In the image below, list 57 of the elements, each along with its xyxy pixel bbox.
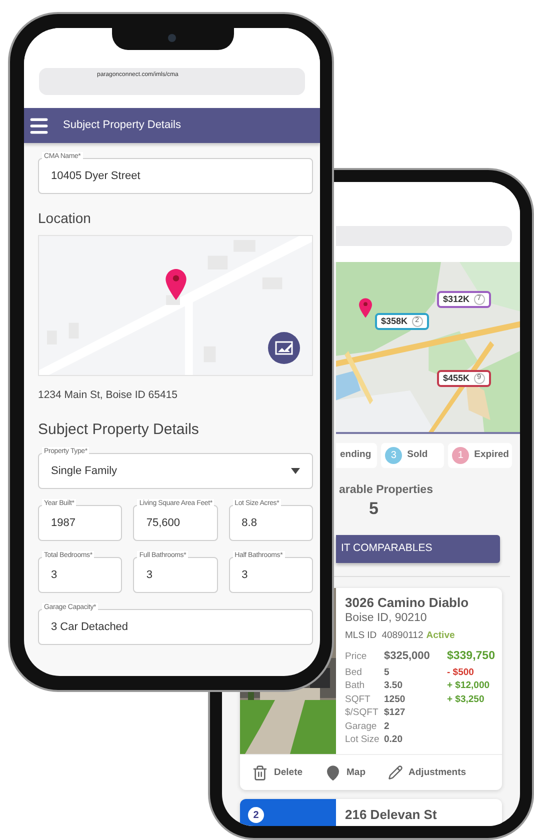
field-value: 10405 Dyer Street [51,168,140,184]
status-text: Active [426,629,455,644]
detail-label: $/SQFT [345,706,380,720]
detail-label: Lot Size [345,733,380,747]
field-value: 1987 [51,516,76,531]
location-pin-icon [359,298,372,318]
location-pin-icon [165,269,187,300]
trash-icon [252,764,268,781]
image-edit-icon [275,341,293,355]
field-value: Single Family [51,464,118,479]
dropdown-caret-icon [291,468,300,474]
status-pill[interactable]: ending [336,443,378,468]
map-action[interactable]: Map [324,764,366,781]
camera-icon [168,34,176,42]
comparables-count: 5 [369,499,378,520]
detail-value: 5 [384,666,390,680]
adjustment-value: $339,750 [447,648,495,664]
detail-label: Price [345,650,368,664]
adjustment-value: + $12,000 [447,679,490,693]
section-heading: Location [38,209,92,228]
detail-label: SQFT [345,692,372,706]
card-number-badge: 2 [248,807,264,824]
detail-label: Bed [345,666,363,680]
comparables-label: arable Properties [339,483,433,498]
field-value: 3 [146,568,152,583]
detail-value: 3.50 [384,679,404,693]
count-badge: 1 [452,447,470,464]
mls-number: 40890112 [382,629,424,644]
field-value: 3 [51,568,58,583]
detail-value: $127 [384,706,406,720]
field-value: 3 [242,568,248,583]
field-value: 8.8 [242,516,257,531]
detail-value: 0.20 [384,733,404,747]
property-title: 3026 Camino Diablo [345,594,470,612]
detail-value: $325,000 [384,648,431,664]
detail-label: Garage [345,720,378,734]
section-heading: Subject Property Details [38,420,200,440]
field-value: 3 Car Detached [51,620,128,635]
status-pill[interactable]: 3 Sold [381,443,444,468]
property-location: Boise ID, 90210 [345,611,428,626]
edit-comparables-button[interactable]: IT COMPARABLES [336,535,500,564]
pencil-icon [388,765,403,780]
delete-action[interactable]: Delete [252,764,303,781]
detail-label: Bath [345,679,366,693]
app-bar-title: Subject Property Details [63,118,181,134]
detail-value: 2 [384,720,390,734]
field-value: 75,600 [146,516,180,531]
edit-action[interactable]: Adjustments [388,765,466,780]
mls-label: MLS ID [345,629,377,644]
detail-value: 1250 [384,692,406,706]
map-pin-icon [324,764,341,781]
count-badge: 3 [385,447,402,464]
property-title: 216 Delevan St [344,806,437,824]
adjustment-value: + $3,250 [447,692,484,706]
adjustment-value: - $500 [447,666,474,680]
status-pill[interactable]: 1 Expired [448,443,512,468]
address-text: 1234 Main St, Boise ID 65415 [38,388,179,403]
